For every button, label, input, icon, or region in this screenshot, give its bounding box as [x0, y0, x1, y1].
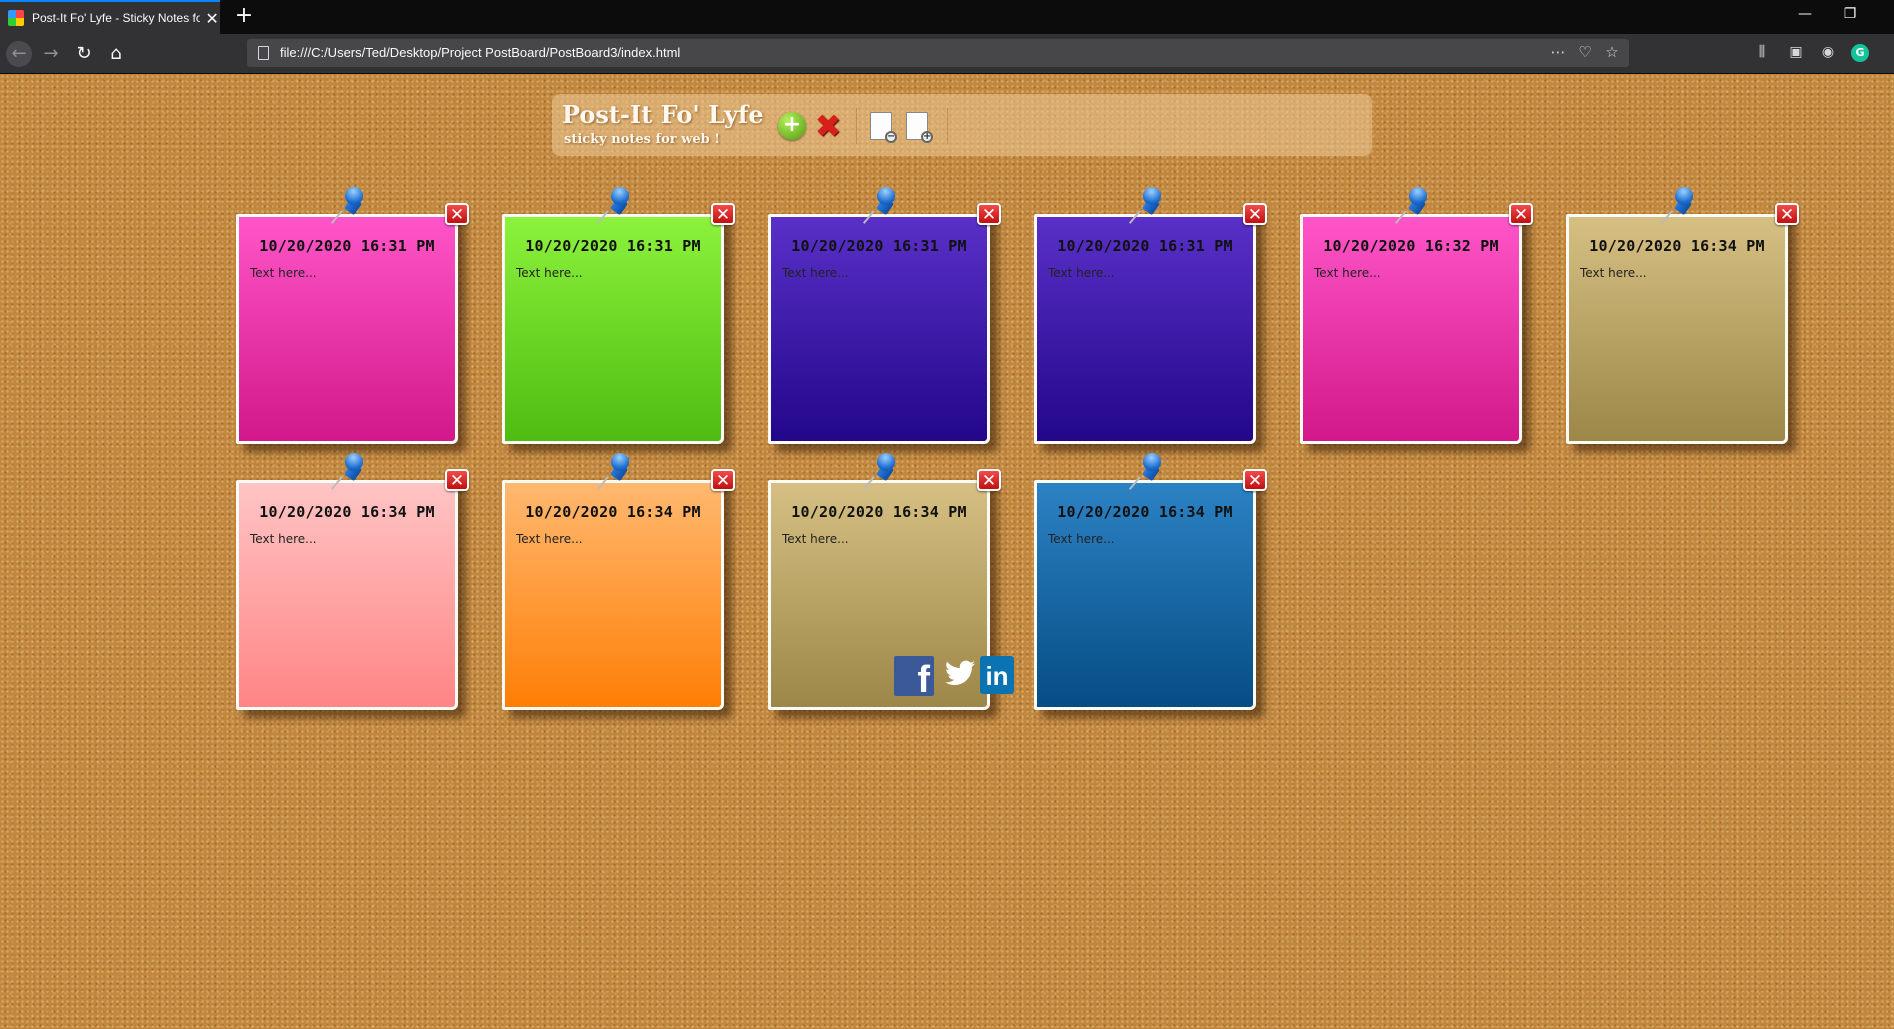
note-text[interactable]: Text here...	[1048, 266, 1115, 280]
delete-note-button[interactable]: ✕	[977, 203, 1001, 225]
sticky-note[interactable]: ✕ 10/20/2020 16:31 PM Text here...	[768, 183, 1001, 444]
browser-tab-strip: Post-It Fo' Lyfe - Sticky Notes for Web …	[0, 0, 1894, 34]
pushpin-icon	[1394, 183, 1431, 227]
note-date: 10/20/2020 16:32 PM	[1323, 237, 1499, 255]
favicon-icon	[8, 10, 24, 26]
toolbar-divider	[856, 108, 857, 144]
tab-close-icon[interactable]: ✕	[204, 9, 220, 28]
note-text[interactable]: Text here...	[782, 266, 849, 280]
note-date: 10/20/2020 16:31 PM	[525, 237, 701, 255]
grammarly-icon[interactable]: G	[1851, 44, 1869, 62]
delete-note-button[interactable]: ✕	[711, 203, 735, 225]
delete-note-button[interactable]: ✕	[445, 469, 469, 491]
note-text[interactable]: Text here...	[782, 532, 849, 546]
browser-toolbar: ← → ↻ ⌂ file:///C:/Users/Ted/Desktop/Pro…	[0, 34, 1894, 74]
twitter-bird-icon	[945, 660, 975, 685]
delete-note-button[interactable]: ✕	[711, 469, 735, 491]
note-date: 10/20/2020 16:34 PM	[525, 503, 701, 521]
restore-icon[interactable]: ❐	[1835, 6, 1865, 22]
pushpin-icon	[596, 449, 633, 493]
more-icon[interactable]: ⋯	[1547, 43, 1569, 61]
sticky-note[interactable]: ✕ 10/20/2020 16:34 PM Text here...	[236, 449, 469, 710]
cork-board: Post-It Fo' Lyfe sticky notes for web ! …	[0, 74, 1894, 1029]
account-icon[interactable]: ◉	[1817, 44, 1839, 60]
note-text[interactable]: Text here...	[1580, 266, 1647, 280]
delete-note-button[interactable]: ✕	[977, 469, 1001, 491]
delete-note-button[interactable]: ✕	[1243, 469, 1267, 491]
note-date: 10/20/2020 16:31 PM	[791, 237, 967, 255]
note-text[interactable]: Text here...	[250, 532, 317, 546]
zoom-in-icon: +	[921, 131, 933, 143]
delete-note-button[interactable]: ✕	[1509, 203, 1533, 225]
zoom-out-button[interactable]: −	[870, 112, 897, 143]
pushpin-icon	[330, 183, 367, 227]
bookmark-star-icon[interactable]: ☆	[1601, 43, 1623, 61]
twitter-icon[interactable]	[943, 660, 977, 694]
delete-note-button[interactable]: ✕	[1243, 203, 1267, 225]
zoom-in-button[interactable]: +	[906, 112, 933, 143]
delete-note-button[interactable]: ✕	[1775, 203, 1799, 225]
browser-tab[interactable]: Post-It Fo' Lyfe - Sticky Notes for Web …	[0, 0, 220, 34]
sidebar-icon[interactable]: ▣	[1785, 44, 1807, 60]
note-text[interactable]: Text here...	[1314, 266, 1381, 280]
pocket-icon[interactable]: ♡	[1574, 43, 1596, 61]
url-text[interactable]: file:///C:/Users/Ted/Desktop/Project Pos…	[280, 45, 680, 60]
forward-icon[interactable]: →	[38, 41, 64, 67]
pushpin-icon	[862, 183, 899, 227]
note-text[interactable]: Text here...	[516, 532, 583, 546]
note-date: 10/20/2020 16:31 PM	[1057, 237, 1233, 255]
page-icon	[258, 46, 269, 60]
note-date: 10/20/2020 16:34 PM	[791, 503, 967, 521]
pushpin-icon	[596, 183, 633, 227]
app-title: Post-It Fo' Lyfe	[562, 100, 764, 129]
note-text[interactable]: Text here...	[516, 266, 583, 280]
facebook-icon[interactable]: f	[894, 656, 934, 696]
note-text[interactable]: Text here...	[250, 266, 317, 280]
tab-title: Post-It Fo' Lyfe - Sticky Notes for Web	[32, 11, 201, 25]
delete-note-button[interactable]: ✕	[445, 203, 469, 225]
pushpin-icon	[1128, 183, 1165, 227]
pushpin-icon	[330, 449, 367, 493]
sticky-note[interactable]: ✕ 10/20/2020 16:31 PM Text here...	[1034, 183, 1267, 444]
note-date: 10/20/2020 16:34 PM	[1589, 237, 1765, 255]
back-icon[interactable]: ←	[6, 41, 32, 67]
note-date: 10/20/2020 16:34 PM	[1057, 503, 1233, 521]
sticky-note[interactable]: ✕ 10/20/2020 16:34 PM Text here...	[502, 449, 735, 710]
reload-icon[interactable]: ↻	[71, 41, 97, 67]
linkedin-icon[interactable]: in	[980, 656, 1014, 694]
zoom-out-icon: −	[885, 131, 897, 143]
add-note-button[interactable]: +	[778, 112, 806, 140]
minimize-icon[interactable]: —	[1790, 6, 1820, 22]
app-subtitle: sticky notes for web !	[564, 132, 720, 147]
sticky-note[interactable]: ✕ 10/20/2020 16:31 PM Text here...	[236, 183, 469, 444]
app-header: Post-It Fo' Lyfe sticky notes for web ! …	[552, 94, 1372, 156]
sticky-note[interactable]: ✕ 10/20/2020 16:34 PM Text here...	[1566, 183, 1799, 444]
sticky-note[interactable]: ✕ 10/20/2020 16:32 PM Text here...	[1300, 183, 1533, 444]
new-tab-button[interactable]: +	[232, 4, 256, 28]
note-text[interactable]: Text here...	[1048, 532, 1115, 546]
sticky-note[interactable]: ✕ 10/20/2020 16:34 PM Text here...	[1034, 449, 1267, 710]
toolbar-divider	[947, 108, 948, 144]
home-icon[interactable]: ⌂	[103, 41, 129, 67]
library-icon[interactable]: ⫼	[1751, 44, 1773, 60]
sticky-note[interactable]: ✕ 10/20/2020 16:31 PM Text here...	[502, 183, 735, 444]
address-bar[interactable]: file:///C:/Users/Ted/Desktop/Project Pos…	[247, 39, 1629, 67]
pushpin-icon	[1660, 183, 1697, 227]
note-date: 10/20/2020 16:31 PM	[259, 237, 435, 255]
note-date: 10/20/2020 16:34 PM	[259, 503, 435, 521]
pushpin-icon	[1128, 449, 1165, 493]
remove-all-button[interactable]: ✖	[812, 110, 844, 142]
pushpin-icon	[862, 449, 899, 493]
